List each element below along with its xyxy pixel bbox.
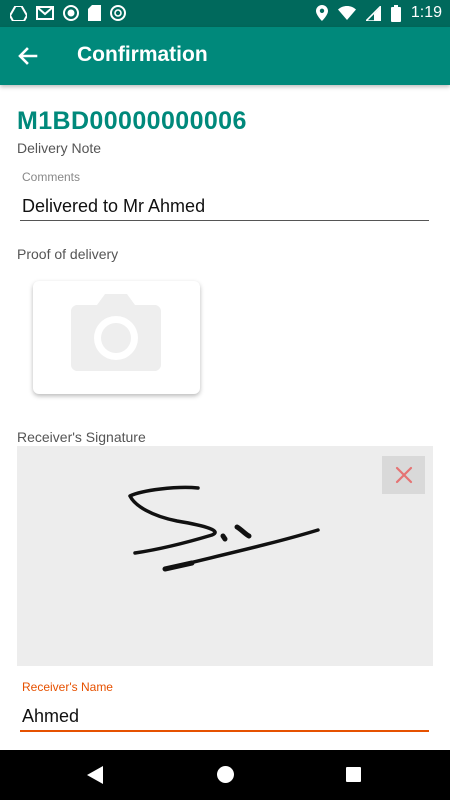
close-icon <box>395 466 413 484</box>
sd-card-icon <box>88 5 101 21</box>
navigation-bar <box>0 750 450 800</box>
camera-icon <box>71 294 161 371</box>
receiver-name-label: Receiver's Name <box>22 680 113 694</box>
status-bar: 1:19 <box>0 0 450 27</box>
order-id: M1BD00000000006 <box>17 107 247 135</box>
back-arrow-icon[interactable] <box>14 42 42 70</box>
back-triangle-icon[interactable] <box>87 766 103 784</box>
clear-signature-button[interactable] <box>382 456 425 494</box>
status-time: 1:19 <box>410 4 442 21</box>
signature-pad[interactable] <box>17 446 433 666</box>
chrome-icon <box>110 5 126 21</box>
location-icon <box>315 5 328 21</box>
home-circle-icon[interactable] <box>217 766 234 783</box>
status-right-icons: 1:19 <box>315 4 442 22</box>
comments-label: Comments <box>22 170 81 184</box>
receiver-name-field[interactable] <box>20 702 429 732</box>
proof-of-delivery-label: Proof of delivery <box>17 246 119 262</box>
recents-square-icon[interactable] <box>346 767 361 782</box>
app-bar: Confirmation <box>0 27 450 85</box>
signal-icon <box>365 5 381 21</box>
wifi-icon <box>337 6 356 20</box>
comments-field[interactable] <box>20 193 429 221</box>
signature-drawing <box>128 485 320 572</box>
delivery-note-label: Delivery Note <box>17 140 102 156</box>
status-left-icons <box>10 5 126 21</box>
signature-label: Receiver's Signature <box>17 429 146 445</box>
battery-icon <box>390 4 401 22</box>
proof-photo-button[interactable] <box>33 281 200 394</box>
record-icon <box>63 5 79 21</box>
drive-icon <box>10 5 27 21</box>
page-title: Confirmation <box>77 43 208 66</box>
gmail-icon <box>36 6 54 20</box>
